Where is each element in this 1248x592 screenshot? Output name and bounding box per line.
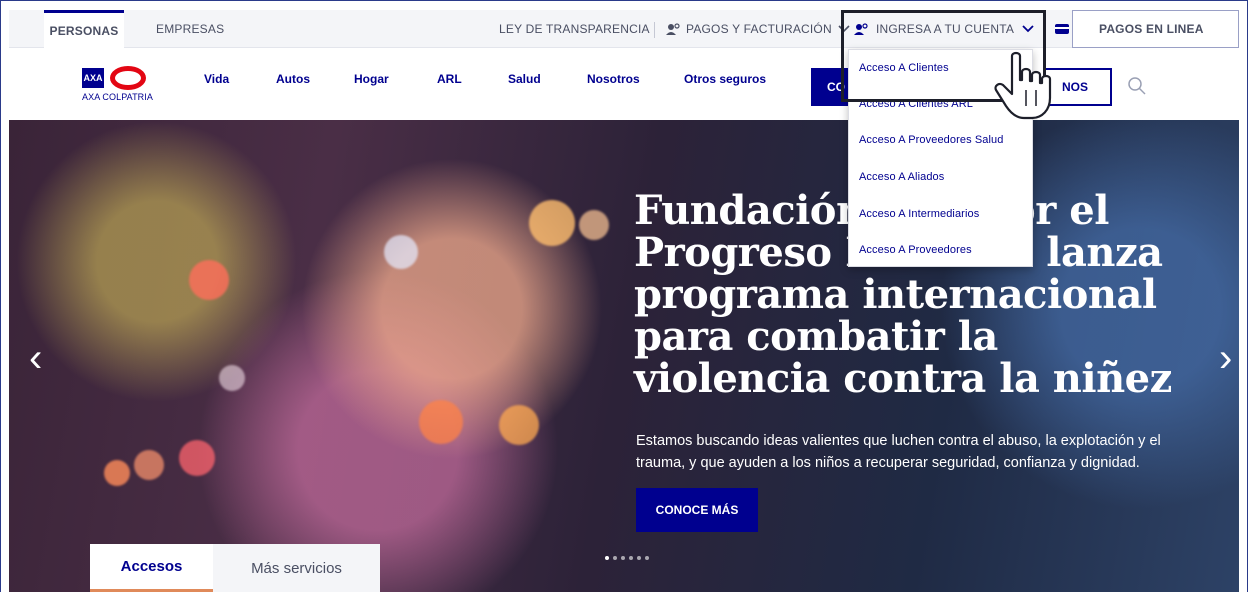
- nav-nosotros[interactable]: Nosotros: [587, 72, 640, 86]
- carousel-next-arrow[interactable]: ›: [1219, 338, 1232, 378]
- nav-vida[interactable]: Vida: [204, 72, 229, 86]
- pagos-facturacion-label: PAGOS Y FACTURACIÓN: [686, 22, 832, 36]
- bokeh-light: [419, 400, 463, 444]
- dropdown-item-acceso-aliados[interactable]: Acceso A Aliados: [859, 171, 944, 183]
- axa-colpatria-logo[interactable]: AXA AXA COLPATRIA: [82, 66, 172, 108]
- credit-card-icon: [1055, 24, 1069, 34]
- axa-logo-mark: AXA: [82, 68, 104, 88]
- divider: [654, 22, 655, 38]
- tab-empresas[interactable]: EMPRESAS: [156, 10, 224, 48]
- hand-pointer-icon: [994, 51, 1052, 120]
- carousel-dot[interactable]: [637, 556, 641, 560]
- top-utility-bar: PERSONAS EMPRESAS LEY DE TRANSPARENCIA P…: [9, 10, 1239, 48]
- logo-text: AXA COLPATRIA: [82, 92, 153, 102]
- nav-salud[interactable]: Salud: [508, 72, 541, 86]
- nav-arl[interactable]: ARL: [437, 72, 462, 86]
- carousel-dot[interactable]: [605, 556, 609, 560]
- pagos-facturacion-menu[interactable]: PAGOS Y FACTURACIÓN: [666, 10, 850, 48]
- carousel-dot[interactable]: [645, 556, 649, 560]
- tab-mas-servicios[interactable]: Más servicios: [213, 544, 380, 592]
- bokeh-light: [179, 440, 215, 476]
- bokeh-light: [104, 460, 130, 486]
- colpatria-logo-mark: [110, 66, 146, 90]
- dropdown-item-acceso-proveedores-salud[interactable]: Acceso A Proveedores Salud: [859, 134, 1003, 146]
- bokeh-light: [499, 405, 539, 445]
- bokeh-light: [134, 450, 164, 480]
- hero-description: Estamos buscando ideas valientes que luc…: [636, 433, 1161, 471]
- hero-banner: ‹ › Fundación AXA por el Progreso Humano…: [9, 120, 1239, 592]
- bokeh-light: [189, 260, 229, 300]
- tab-accesos[interactable]: Accesos: [90, 544, 213, 592]
- dropdown-item-acceso-proveedores[interactable]: Acceso A Proveedores: [859, 244, 972, 256]
- bokeh-light: [384, 235, 418, 269]
- ley-transparencia-link[interactable]: LEY DE TRANSPARENCIA: [499, 10, 650, 48]
- bokeh-light: [219, 365, 245, 391]
- carousel-dot[interactable]: [621, 556, 625, 560]
- nav-hogar[interactable]: Hogar: [354, 72, 389, 86]
- nav-autos[interactable]: Autos: [276, 72, 310, 86]
- bokeh-light: [529, 200, 575, 246]
- user-cog-icon: [666, 23, 680, 35]
- carousel-dots: [605, 556, 649, 560]
- conoce-mas-button[interactable]: CONOCE MÁS: [636, 488, 758, 532]
- bokeh-light: [579, 210, 609, 240]
- pagos-linea-link[interactable]: PAGOS EN LINEA: [1099, 10, 1204, 48]
- carousel-dot[interactable]: [629, 556, 633, 560]
- services-tabs: Accesos Más servicios: [90, 544, 380, 592]
- tab-personas[interactable]: PERSONAS: [44, 10, 124, 48]
- carousel-prev-arrow[interactable]: ‹: [29, 338, 42, 378]
- carousel-dot[interactable]: [613, 556, 617, 560]
- nav-otros-seguros[interactable]: Otros seguros: [684, 72, 766, 86]
- dropdown-item-acceso-intermediarios[interactable]: Acceso A Intermediarios: [859, 208, 979, 220]
- search-icon[interactable]: [1127, 76, 1147, 96]
